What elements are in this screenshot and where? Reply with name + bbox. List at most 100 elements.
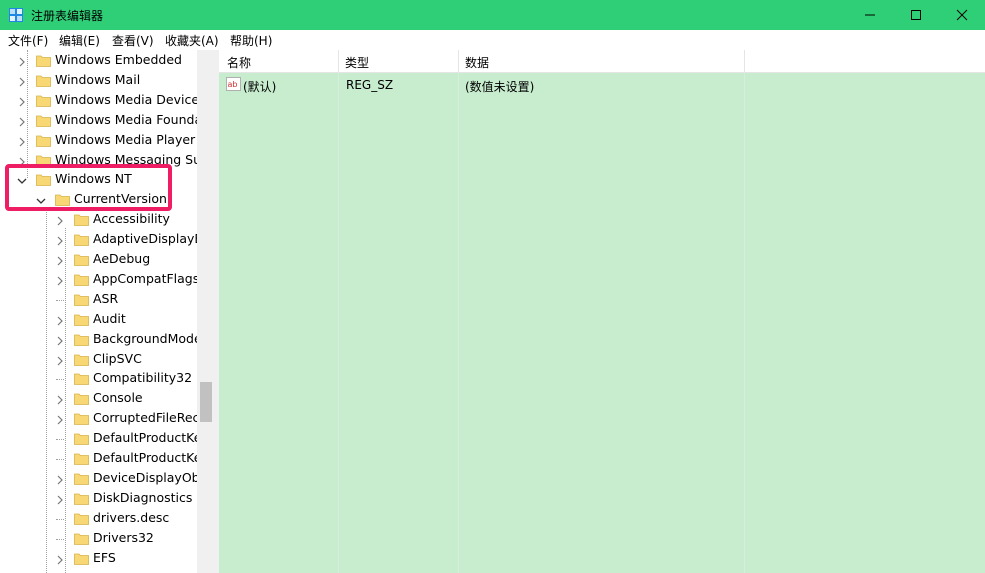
folder-icon bbox=[74, 233, 89, 246]
expand-chevron-icon[interactable] bbox=[17, 116, 27, 127]
expand-chevron-icon[interactable] bbox=[55, 215, 65, 226]
tree-item[interactable]: DeviceDisplayObje bbox=[0, 469, 197, 489]
tree-item[interactable]: DefaultProductKey bbox=[0, 429, 197, 449]
tree-item-label: AeDebug bbox=[93, 251, 151, 266]
expand-chevron-icon[interactable] bbox=[55, 255, 65, 266]
tree-item-label: DefaultProductKey bbox=[93, 450, 197, 465]
folder-icon bbox=[74, 432, 89, 445]
menu-view[interactable]: 查看(V) bbox=[112, 32, 154, 49]
tree-item[interactable]: Console bbox=[0, 389, 197, 409]
tree-item-label: AdaptiveDisplayBr bbox=[93, 231, 197, 247]
folder-icon bbox=[36, 74, 51, 87]
tree-item[interactable]: ClipSVC bbox=[0, 350, 197, 370]
expand-chevron-icon[interactable] bbox=[55, 355, 65, 365]
tree-item-label: DiskDiagnostics bbox=[93, 489, 193, 505]
column-header-type[interactable]: 类型 bbox=[345, 54, 369, 71]
column-separator bbox=[744, 50, 745, 573]
tree-item[interactable]: Windows Media Device M bbox=[0, 91, 197, 111]
tree-item[interactable]: EFS bbox=[0, 549, 197, 569]
expand-chevron-icon[interactable] bbox=[55, 275, 65, 286]
expand-chevron-icon[interactable] bbox=[55, 494, 65, 505]
tree-item-label: Compatibility32 bbox=[93, 370, 193, 386]
column-resize-handle[interactable] bbox=[458, 50, 459, 72]
title-bar: 注册表编辑器 bbox=[0, 0, 985, 30]
tree-item[interactable]: BackgroundMode bbox=[0, 330, 197, 350]
expand-chevron-icon[interactable] bbox=[17, 56, 27, 67]
tree-item[interactable]: DefaultProductKey bbox=[0, 449, 197, 469]
column-resize-handle[interactable] bbox=[338, 50, 339, 72]
tree-item-label: Windows Embedded bbox=[55, 52, 182, 67]
tree-connector bbox=[56, 518, 64, 520]
folder-icon bbox=[74, 532, 89, 545]
menu-help[interactable]: 帮助(H) bbox=[230, 32, 272, 49]
expand-chevron-icon[interactable] bbox=[55, 235, 65, 246]
tree-item[interactable]: Drivers32 bbox=[0, 529, 197, 549]
folder-icon bbox=[36, 134, 51, 147]
window-title: 注册表编辑器 bbox=[31, 9, 104, 23]
folder-icon bbox=[36, 54, 51, 67]
expand-chevron-icon[interactable] bbox=[55, 554, 65, 564]
tree-item-label: Console bbox=[93, 390, 143, 406]
menu-bar: 文件(F) 编辑(E) 查看(V) 收藏夹(A) 帮助(H) bbox=[0, 30, 985, 50]
menu-edit[interactable]: 编辑(E) bbox=[59, 32, 100, 49]
tree-item[interactable]: Windows Embedded bbox=[0, 51, 197, 71]
value-data-cell: (数值未设置) bbox=[465, 80, 535, 94]
expand-chevron-icon[interactable] bbox=[55, 474, 65, 485]
tree-item[interactable]: AeDebug bbox=[0, 250, 197, 270]
tree-item-label: Drivers32 bbox=[93, 529, 154, 545]
registry-editor-icon bbox=[9, 8, 23, 22]
expand-chevron-icon[interactable] bbox=[17, 136, 27, 147]
tree-item[interactable]: Accessibility bbox=[0, 210, 197, 230]
tree-item[interactable]: drivers.desc bbox=[0, 509, 197, 529]
column-resize-handle[interactable] bbox=[744, 50, 745, 72]
column-header-data[interactable]: 数据 bbox=[465, 54, 489, 71]
tree-item-label: ClipSVC bbox=[93, 350, 142, 366]
tree-item[interactable]: Windows Media Foundat bbox=[0, 111, 197, 131]
tree-connector bbox=[56, 379, 64, 381]
menu-file[interactable]: 文件(F) bbox=[8, 32, 48, 49]
tree-item-label: drivers.desc bbox=[93, 509, 170, 525]
tree-item[interactable]: Windows Media Player N bbox=[0, 131, 197, 151]
svg-text:ab: ab bbox=[228, 80, 238, 89]
expand-chevron-icon[interactable] bbox=[55, 315, 65, 326]
tree-item-label: BackgroundMode bbox=[93, 330, 197, 346]
tree-item-label: AppCompatFlags bbox=[93, 270, 197, 286]
tree-item[interactable]: AdaptiveDisplayBr bbox=[0, 230, 197, 250]
value-type-cell: REG_SZ bbox=[346, 78, 394, 92]
tree-item[interactable]: AppCompatFlags bbox=[0, 270, 197, 290]
folder-icon bbox=[74, 472, 89, 485]
tree-item-label: Windows Media Player N bbox=[55, 131, 197, 147]
tree-item-label: DeviceDisplayObje bbox=[93, 469, 197, 485]
folder-icon bbox=[74, 492, 89, 505]
tree-item[interactable]: CorruptedFileReco bbox=[0, 409, 197, 429]
tree-item[interactable]: DiskDiagnostics bbox=[0, 489, 197, 509]
expand-chevron-icon[interactable] bbox=[17, 76, 27, 87]
folder-icon bbox=[74, 293, 89, 306]
maximize-icon bbox=[911, 10, 921, 20]
tree-item-label: Audit bbox=[93, 310, 126, 326]
tree-item[interactable]: ASR bbox=[0, 290, 197, 310]
list-header: 名称 类型 数据 bbox=[219, 50, 985, 73]
column-separator bbox=[338, 50, 339, 573]
tree-item[interactable]: Windows Mail bbox=[0, 71, 197, 91]
minimize-button[interactable] bbox=[847, 0, 893, 30]
tree-scrollbar-thumb[interactable] bbox=[200, 382, 212, 422]
maximize-button[interactable] bbox=[893, 0, 939, 30]
folder-icon bbox=[74, 313, 89, 326]
value-name-cell[interactable]: (默认) bbox=[243, 78, 276, 95]
folder-icon bbox=[74, 392, 89, 406]
tree-item[interactable]: Audit bbox=[0, 310, 197, 330]
tree-connector bbox=[56, 299, 64, 301]
expand-chevron-icon[interactable] bbox=[17, 96, 27, 107]
tree-item-label: CorruptedFileReco bbox=[93, 410, 197, 426]
menu-favorites[interactable]: 收藏夹(A) bbox=[165, 32, 219, 49]
folder-icon bbox=[74, 512, 89, 525]
expand-chevron-icon[interactable] bbox=[55, 394, 65, 405]
expand-chevron-icon[interactable] bbox=[55, 414, 65, 425]
close-button[interactable] bbox=[939, 0, 985, 30]
expand-chevron-icon[interactable] bbox=[55, 335, 65, 346]
tree-item-label: ASR bbox=[93, 290, 119, 306]
column-header-name[interactable]: 名称 bbox=[227, 54, 251, 71]
tree-item[interactable]: Compatibility32 bbox=[0, 369, 197, 389]
tree-scrollbar[interactable] bbox=[197, 50, 214, 573]
